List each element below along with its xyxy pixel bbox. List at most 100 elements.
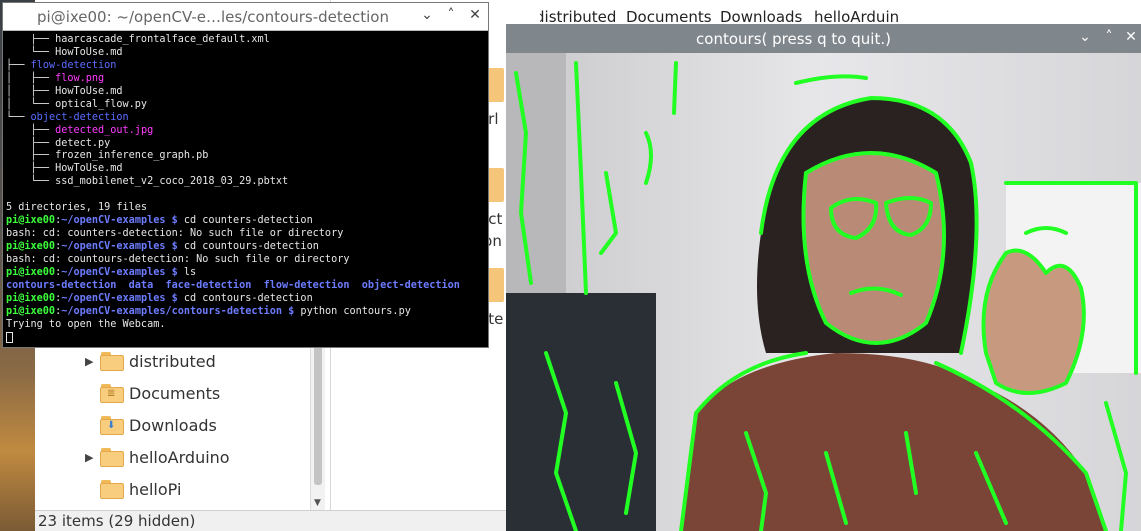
terminal-text-segment: │ └── optical_flow.py — [6, 98, 148, 110]
tree-item-label: Documents — [129, 383, 221, 403]
scrollbar-thumb[interactable] — [314, 345, 322, 485]
terminal-line: ├── frozen_inference_graph.pb — [6, 150, 486, 163]
terminal-text-segment: ├── haarcascade_frontalface_default.xml — [6, 34, 270, 45]
terminal-window[interactable]: pi@ixe00: ~/openCV-e…les/contours-detect… — [2, 2, 489, 348]
terminal-text-segment: detected_out.jpg — [55, 124, 154, 136]
tree-item-hellopi[interactable]: helloPi — [35, 473, 315, 505]
terminal-line: ├── HowToUse.md — [6, 163, 486, 176]
terminal-text-segment: cd countours-detection — [177, 241, 319, 252]
terminal-text-segment: └── — [6, 111, 31, 123]
terminal-output[interactable]: ├── haarcascade_frontalface_default.xml … — [6, 34, 486, 346]
folder-icon — [100, 447, 124, 467]
terminal-line: │ ├── flow.png — [6, 73, 486, 86]
terminal-cursor[interactable] — [6, 331, 13, 343]
webcam-window[interactable]: contours( press q to quit.) ⌄ ˄ ✕ — [506, 24, 1141, 531]
close-icon[interactable]: ✕ — [1122, 29, 1140, 45]
terminal-title: pi@ixe00: ~/openCV-e…les/contours-detect… — [37, 8, 389, 26]
chevron-down-icon[interactable]: ⌄ — [1076, 29, 1094, 45]
terminal-text-segment: pi@ixe00 — [6, 292, 56, 304]
terminal-text-segment: ├── — [6, 59, 31, 71]
tree-item-helloarduino[interactable]: ▶ helloArduino — [35, 441, 315, 473]
terminal-text-segment: flow.png — [55, 72, 105, 84]
terminal-line: │ └── optical_flow.py — [6, 99, 486, 112]
terminal-line: Trying to open the Webcam. — [6, 319, 486, 332]
close-icon[interactable]: ✕ — [466, 7, 484, 23]
tree-item-label: helloArduino — [129, 447, 230, 467]
documents-folder-icon: ≣ — [100, 383, 124, 403]
expand-arrow-icon[interactable]: ▶ — [85, 451, 93, 464]
terminal-line: pi@ixe00:~/openCV-examples $ cd contours… — [6, 293, 486, 306]
tree-item-label: Downloads — [129, 415, 217, 435]
terminal-text-segment: ~/openCV-examples $ — [61, 241, 178, 252]
terminal-text-segment: pi@ixe00 — [6, 305, 56, 317]
terminal-text-segment: │ ├── — [6, 72, 56, 84]
terminal-line: ├── haarcascade_frontalface_default.xml — [6, 34, 486, 47]
terminal-text-segment: ~/openCV-examples $ — [61, 215, 178, 227]
terminal-line: └── ssd_mobilenet_v2_coco_2018_03_29.pbt… — [6, 176, 486, 189]
terminal-text-segment: ~/openCV-examples $ — [61, 292, 178, 304]
terminal-line: contours-detection data face-detection f… — [6, 280, 486, 293]
terminal-text-segment: cd counters-detection — [177, 215, 313, 227]
terminal-text-segment: bash: cd: countours-detection: No such f… — [6, 253, 350, 265]
webcam-contour-feed — [506, 53, 1141, 531]
terminal-text-segment: ~/openCV-examples $ — [61, 266, 178, 278]
terminal-text-segment: ~/openCV-examples/contours-detection $ — [61, 305, 295, 317]
terminal-line: └── object-detection — [6, 112, 486, 125]
webcam-titlebar[interactable]: contours( press q to quit.) ⌄ ˄ ✕ — [506, 24, 1141, 53]
terminal-text-segment: flow-detection — [30, 59, 117, 71]
terminal-line: pi@ixe00:~/openCV-examples $ cd counters… — [6, 215, 486, 228]
tree-scrollbar[interactable]: ▼ — [310, 345, 325, 510]
terminal-line: pi@ixe00:~/openCV-examples $ ls — [6, 267, 486, 280]
chair-dark — [506, 293, 656, 531]
chevron-down-icon[interactable]: ⌄ — [418, 7, 436, 23]
terminal-line: 5 directories, 19 files — [6, 202, 486, 215]
terminal-text-segment: bash: cd: counters-detection: No such fi… — [6, 228, 344, 240]
terminal-text-segment: ls — [177, 266, 197, 278]
terminal-text-segment: contours-detection data face-detection f… — [6, 279, 460, 291]
maximize-icon[interactable]: ˄ — [442, 7, 460, 23]
person-face — [803, 153, 944, 343]
folder-icon — [100, 351, 124, 371]
webcam-title: contours( press q to quit.) — [696, 30, 891, 48]
terminal-text-segment: python contours.py — [294, 305, 411, 317]
terminal-text-segment: ├── detect.py — [6, 137, 111, 149]
terminal-text-segment: ├── HowToUse.md — [6, 163, 123, 175]
terminal-text-segment: pi@ixe00 — [6, 241, 56, 252]
tree-item-downloads[interactable]: ⬇ Downloads — [35, 409, 315, 441]
expand-arrow-icon[interactable]: ▶ — [85, 355, 93, 368]
status-text: 23 items (29 hidden) — [38, 512, 196, 530]
terminal-titlebar[interactable]: pi@ixe00: ~/openCV-e…les/contours-detect… — [3, 3, 488, 31]
terminal-text-segment: Trying to open the Webcam. — [6, 318, 166, 330]
terminal-text-segment: └── HowToUse.md — [6, 46, 123, 58]
tree-item-label: distributed — [129, 351, 216, 371]
terminal-line: bash: cd: counters-detection: No such fi… — [6, 228, 486, 241]
terminal-line: ├── flow-detection — [6, 60, 486, 73]
terminal-line: ├── detected_out.jpg — [6, 125, 486, 138]
contour-frame — [506, 53, 1141, 531]
terminal-text-segment: cd contours-detection — [177, 292, 313, 304]
tree-item-label: helloPi — [129, 479, 182, 499]
folder-tree: ▶ distributed ≣ Documents ⬇ Downloads ▶ … — [35, 345, 325, 510]
terminal-text-segment: object-detection — [30, 111, 129, 123]
terminal-text-segment: ├── — [6, 124, 56, 136]
terminal-line: bash: cd: countours-detection: No such f… — [6, 254, 486, 267]
tree-item-distributed[interactable]: ▶ distributed — [35, 345, 315, 377]
status-bar: 23 items (29 hidden) — [35, 510, 510, 531]
terminal-line: pi@ixe00:~/openCV-examples/contours-dete… — [6, 306, 486, 319]
terminal-text-segment: 5 directories, 19 files — [6, 202, 148, 214]
downloads-folder-icon: ⬇ — [100, 415, 124, 435]
terminal-line: ├── detect.py — [6, 138, 486, 151]
terminal-cursor-line — [6, 331, 486, 345]
tree-item-documents[interactable]: ≣ Documents — [35, 377, 315, 409]
terminal-text-segment: pi@ixe00 — [6, 215, 56, 227]
folder-icon — [100, 479, 124, 499]
terminal-text-segment: pi@ixe00 — [6, 266, 56, 278]
terminal-line: └── HowToUse.md — [6, 47, 486, 60]
terminal-text-segment: ├── frozen_inference_graph.pb — [6, 150, 209, 162]
terminal-line: pi@ixe00:~/openCV-examples $ cd countour… — [6, 241, 486, 254]
scroll-down-icon[interactable]: ▼ — [314, 498, 321, 508]
terminal-text-segment: │ ├── HowToUse.md — [6, 85, 123, 97]
terminal-line: │ ├── HowToUse.md — [6, 86, 486, 99]
maximize-icon[interactable]: ˄ — [1100, 29, 1118, 45]
